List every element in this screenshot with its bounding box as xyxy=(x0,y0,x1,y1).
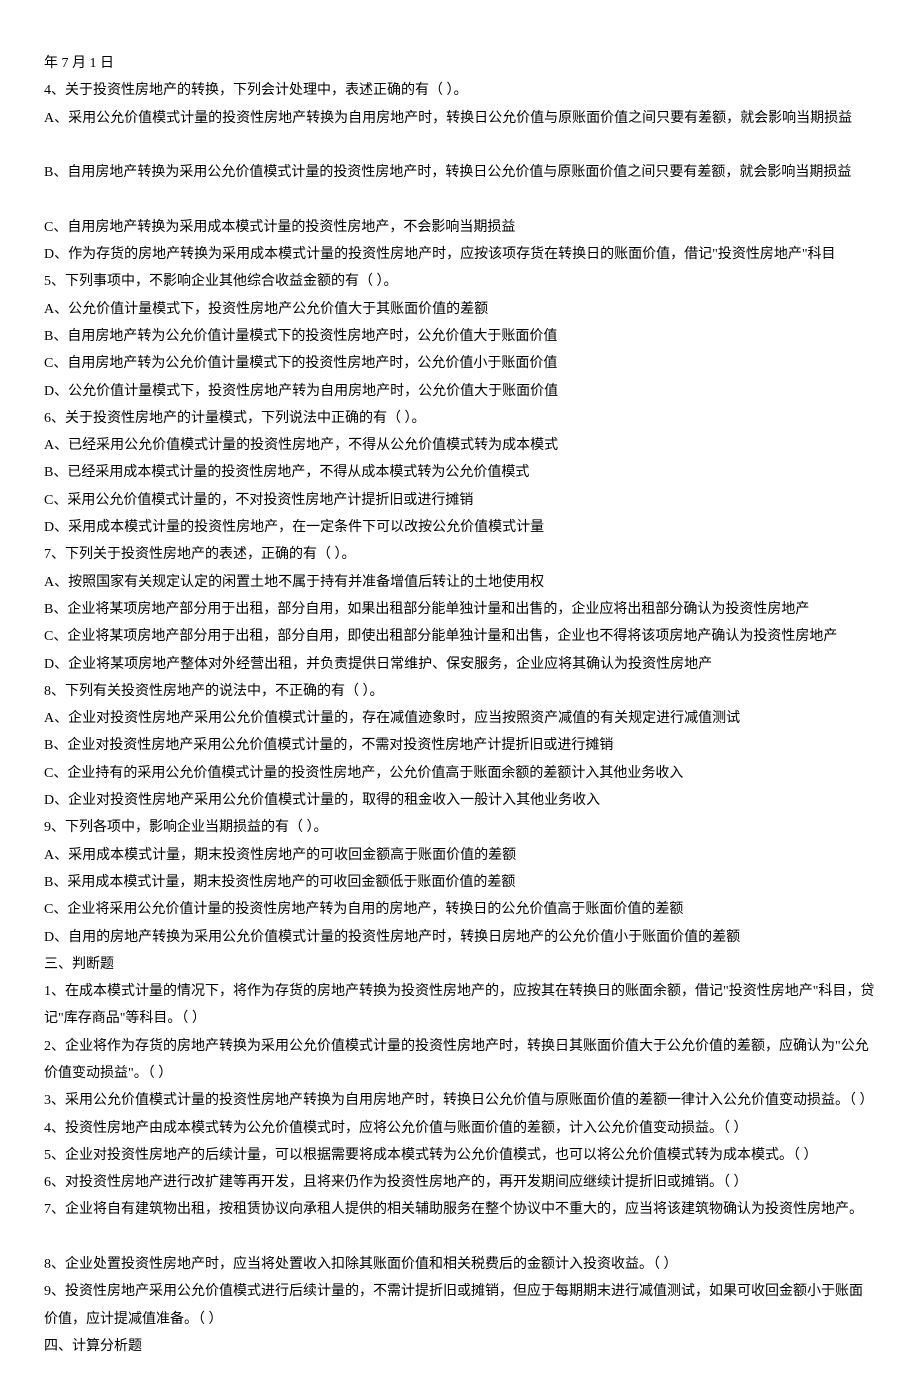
text-line: 5、下列事项中，不影响企业其他综合收益金额的有（ ）。 xyxy=(44,268,876,295)
text-line: 5、企业对投资性房地产的后续计量，可以根据需要将成本模式转为公允价值模式，也可以… xyxy=(44,1142,876,1169)
text-line: 8、企业处置投资性房地产时，应当将处置收入扣除其账面价值和相关税费后的金额计入投… xyxy=(44,1251,876,1278)
text-line: B、企业对投资性房地产采用公允价值模式计量的，不需对投资性房地产计提折旧或进行摊… xyxy=(44,732,876,759)
text-line: 三、判断题 xyxy=(44,951,876,978)
text-line: C、自用房地产转为公允价值计量模式下的投资性房地产时，公允价值小于账面价值 xyxy=(44,350,876,377)
text-line: 年 7 月 1 日 xyxy=(44,50,876,77)
text-line: D、企业将某项房地产整体对外经营出租，并负责提供日常维护、保安服务，企业应将其确… xyxy=(44,651,876,678)
text-line: 7、企业将自有建筑物出租，按租赁协议向承租人提供的相关辅助服务在整个协议中不重大… xyxy=(44,1196,876,1223)
text-line: A、按照国家有关规定认定的闲置土地不属于持有并准备增值后转让的土地使用权 xyxy=(44,569,876,596)
text-line: B、企业将某项房地产部分用于出租，部分自用，如果出租部分能单独计量和出售的，企业… xyxy=(44,596,876,623)
text-line: C、企业持有的采用公允价值模式计量的投资性房地产，公允价值高于账面余额的差额计入… xyxy=(44,760,876,787)
text-line: C、企业将某项房地产部分用于出租，部分自用，即使出租部分能单独计量和出售，企业也… xyxy=(44,623,876,650)
text-line: A、采用公允价值模式计量的投资性房地产转换为自用房地产时，转换日公允价值与原账面… xyxy=(44,105,876,132)
text-line: C、采用公允价值模式计量的，不对投资性房地产计提折旧或进行摊销 xyxy=(44,487,876,514)
text-line: D、企业对投资性房地产采用公允价值模式计量的，取得的租金收入一般计入其他业务收入 xyxy=(44,787,876,814)
text-line xyxy=(44,186,876,213)
text-line: B、自用房地产转换为采用公允价值模式计量的投资性房地产时，转换日公允价值与原账面… xyxy=(44,159,876,186)
text-line: C、企业将采用公允价值计量的投资性房地产转为自用的房地产，转换日的公允价值高于账… xyxy=(44,896,876,923)
text-line: 6、关于投资性房地产的计量模式，下列说法中正确的有（ ）。 xyxy=(44,405,876,432)
text-line: D、公允价值计量模式下，投资性房地产转为自用房地产时，公允价值大于账面价值 xyxy=(44,378,876,405)
text-line: A、企业对投资性房地产采用公允价值模式计量的，存在减值迹象时，应当按照资产减值的… xyxy=(44,705,876,732)
document-content: 年 7 月 1 日4、关于投资性房地产的转换，下列会计处理中，表述正确的有（ ）… xyxy=(44,50,876,1360)
text-line: D、作为存货的房地产转换为采用成本模式计量的投资性房地产时，应按该项存货在转换日… xyxy=(44,241,876,268)
text-line: B、自用房地产转为公允价值计量模式下的投资性房地产时，公允价值大于账面价值 xyxy=(44,323,876,350)
text-line: 2、企业将作为存货的房地产转换为采用公允价值模式计量的投资性房地产时，转换日其账… xyxy=(44,1033,876,1088)
text-line: D、自用的房地产转换为采用公允价值模式计量的投资性房地产时，转换日房地产的公允价… xyxy=(44,924,876,951)
text-line: C、自用房地产转换为采用成本模式计量的投资性房地产，不会影响当期损益 xyxy=(44,214,876,241)
text-line: 9、下列各项中，影响企业当期损益的有（ ）。 xyxy=(44,814,876,841)
text-line: 4、投资性房地产由成本模式转为公允价值模式时，应将公允价值与账面价值的差额，计入… xyxy=(44,1115,876,1142)
text-line: 4、关于投资性房地产的转换，下列会计处理中，表述正确的有（ ）。 xyxy=(44,77,876,104)
text-line: B、已经采用成本模式计量的投资性房地产，不得从成本模式转为公允价值模式 xyxy=(44,459,876,486)
text-line: A、已经采用公允价值模式计量的投资性房地产，不得从公允价值模式转为成本模式 xyxy=(44,432,876,459)
text-line: D、采用成本模式计量的投资性房地产，在一定条件下可以改按公允价值模式计量 xyxy=(44,514,876,541)
text-line: 1、在成本模式计量的情况下，将作为存货的房地产转换为投资性房地产的，应按其在转换… xyxy=(44,978,876,1033)
text-line: 8、下列有关投资性房地产的说法中，不正确的有（ ）。 xyxy=(44,678,876,705)
text-line: 四、计算分析题 xyxy=(44,1333,876,1360)
text-line xyxy=(44,1224,876,1251)
text-line: 7、下列关于投资性房地产的表述，正确的有（ ）。 xyxy=(44,541,876,568)
text-line: A、采用成本模式计量，期末投资性房地产的可收回金额高于账面价值的差额 xyxy=(44,842,876,869)
text-line: 6、对投资性房地产进行改扩建等再开发，且将来仍作为投资性房地产的，再开发期间应继… xyxy=(44,1169,876,1196)
text-line: A、公允价值计量模式下，投资性房地产公允价值大于其账面价值的差额 xyxy=(44,296,876,323)
text-line: 3、采用公允价值模式计量的投资性房地产转换为自用房地产时，转换日公允价值与原账面… xyxy=(44,1087,876,1114)
text-line xyxy=(44,132,876,159)
text-line: 9、投资性房地产采用公允价值模式进行后续计量的，不需计提折旧或摊销，但应于每期期… xyxy=(44,1278,876,1333)
text-line: B、采用成本模式计量，期末投资性房地产的可收回金额低于账面价值的差额 xyxy=(44,869,876,896)
